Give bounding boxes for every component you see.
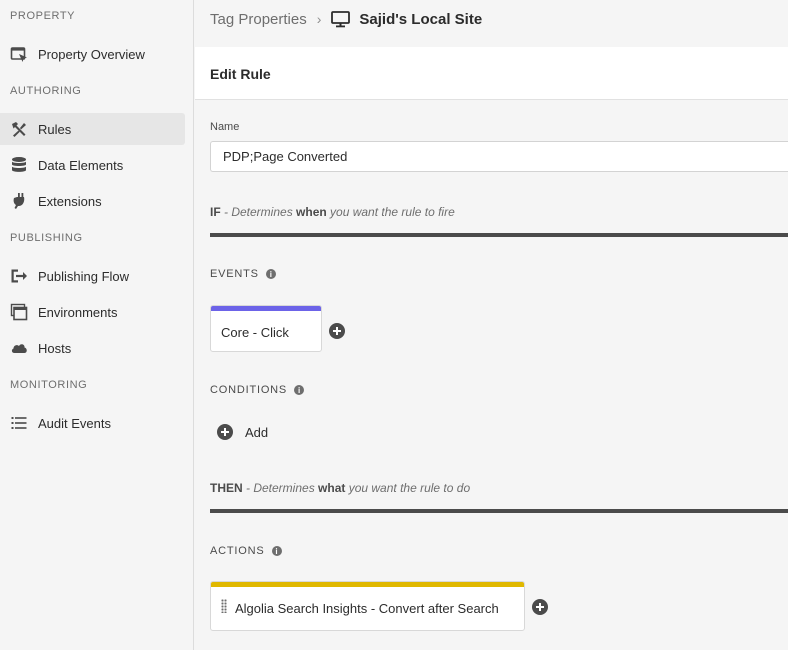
rule-name-input[interactable] (210, 141, 788, 172)
action-card-label: Algolia Search Insights - Convert after … (235, 601, 499, 616)
events-label: EVENTS (210, 268, 259, 280)
breadcrumb-tag-properties-link[interactable]: Tag Properties (210, 11, 307, 28)
sidebar-item-label: Data Elements (38, 157, 124, 173)
action-card[interactable]: Algolia Search Insights - Convert after … (210, 581, 525, 631)
sidebar-item-hosts[interactable]: Hosts (0, 332, 185, 364)
event-card-accent (211, 306, 321, 311)
monitor-icon (331, 10, 351, 27)
if-text-pre: - Determines (220, 205, 297, 219)
plus-icon (217, 424, 233, 440)
add-event-button[interactable] (329, 323, 345, 339)
then-text-pre: - Determines (242, 481, 319, 495)
conditions-label: CONDITIONS (210, 384, 288, 396)
info-icon[interactable]: i (294, 385, 305, 395)
info-icon[interactable]: i (265, 269, 276, 279)
section-label-property: PROPERTY (10, 10, 76, 22)
publishing-flow-icon (10, 267, 28, 285)
edit-rule-header: Edit Rule (195, 47, 788, 100)
section-label-authoring: AUTHORING (10, 85, 82, 97)
name-field-label: Name (210, 121, 240, 133)
rules-icon (10, 120, 28, 138)
property-overview-icon (10, 45, 28, 63)
breadcrumb-current: Sajid's Local Site (331, 11, 482, 28)
conditions-heading: CONDITIONS i (210, 384, 305, 396)
then-divider (210, 509, 788, 513)
sidebar-item-extensions[interactable]: Extensions (0, 185, 185, 217)
cloud-icon (10, 339, 28, 357)
breadcrumb-separator: › (316, 11, 322, 27)
actions-label: ACTIONS (210, 545, 265, 557)
sidebar-item-environments[interactable]: Environments (0, 296, 185, 328)
event-card[interactable]: Core - Click (210, 305, 322, 352)
actions-heading: ACTIONS i (210, 545, 282, 557)
environments-icon (10, 303, 28, 321)
then-emphasis: what (318, 481, 346, 495)
sidebar-item-data-elements[interactable]: Data Elements (0, 149, 185, 181)
section-label-publishing: PUBLISHING (10, 232, 83, 244)
sidebar-item-publishing-flow[interactable]: Publishing Flow (0, 260, 185, 292)
then-text-post: you want the rule to do (345, 481, 471, 495)
if-emphasis: when (296, 205, 327, 219)
then-keyword: THEN (210, 481, 243, 495)
page-title: Edit Rule (210, 66, 271, 82)
main-content: Tag Properties › Sajid's Local Site Edit… (195, 0, 788, 650)
sidebar-item-audit-events[interactable]: Audit Events (0, 407, 185, 439)
database-icon (10, 156, 28, 174)
sidebar-item-label: Property Overview (38, 46, 145, 62)
sidebar-item-property-overview[interactable]: Property Overview (0, 38, 185, 70)
if-text-post: you want the rule to fire (326, 205, 455, 219)
events-heading: EVENTS i (210, 268, 276, 280)
sidebar-item-label: Audit Events (38, 415, 111, 431)
if-divider (210, 233, 788, 237)
list-icon (10, 414, 28, 432)
event-card-label: Core - Click (221, 325, 289, 340)
if-keyword: IF (210, 205, 221, 219)
site-name: Sajid's Local Site (359, 10, 483, 28)
sidebar-item-label: Hosts (38, 340, 72, 356)
section-label-monitoring: MONITORING (10, 379, 88, 391)
drag-handle-icon[interactable] (221, 599, 227, 613)
sidebar-item-label: Extensions (38, 193, 102, 209)
add-action-button[interactable] (532, 599, 548, 615)
if-phase-heading: IF - Determines when you want the rule t… (210, 205, 455, 219)
plug-icon (10, 192, 28, 210)
breadcrumb: Tag Properties › Sajid's Local Site (210, 8, 482, 30)
sidebar-item-label: Publishing Flow (38, 268, 130, 284)
sidebar-item-label: Environments (38, 304, 118, 320)
info-icon[interactable]: i (271, 546, 282, 556)
add-condition-button[interactable]: Add (217, 424, 268, 440)
then-phase-heading: THEN - Determines what you want the rule… (210, 481, 470, 495)
sidebar: PROPERTY Property Overview AUTHORING Rul… (0, 0, 194, 650)
sidebar-item-label: Rules (38, 121, 72, 137)
sidebar-item-rules[interactable]: Rules (0, 113, 185, 145)
add-condition-label: Add (245, 424, 269, 440)
action-card-accent (211, 582, 524, 587)
